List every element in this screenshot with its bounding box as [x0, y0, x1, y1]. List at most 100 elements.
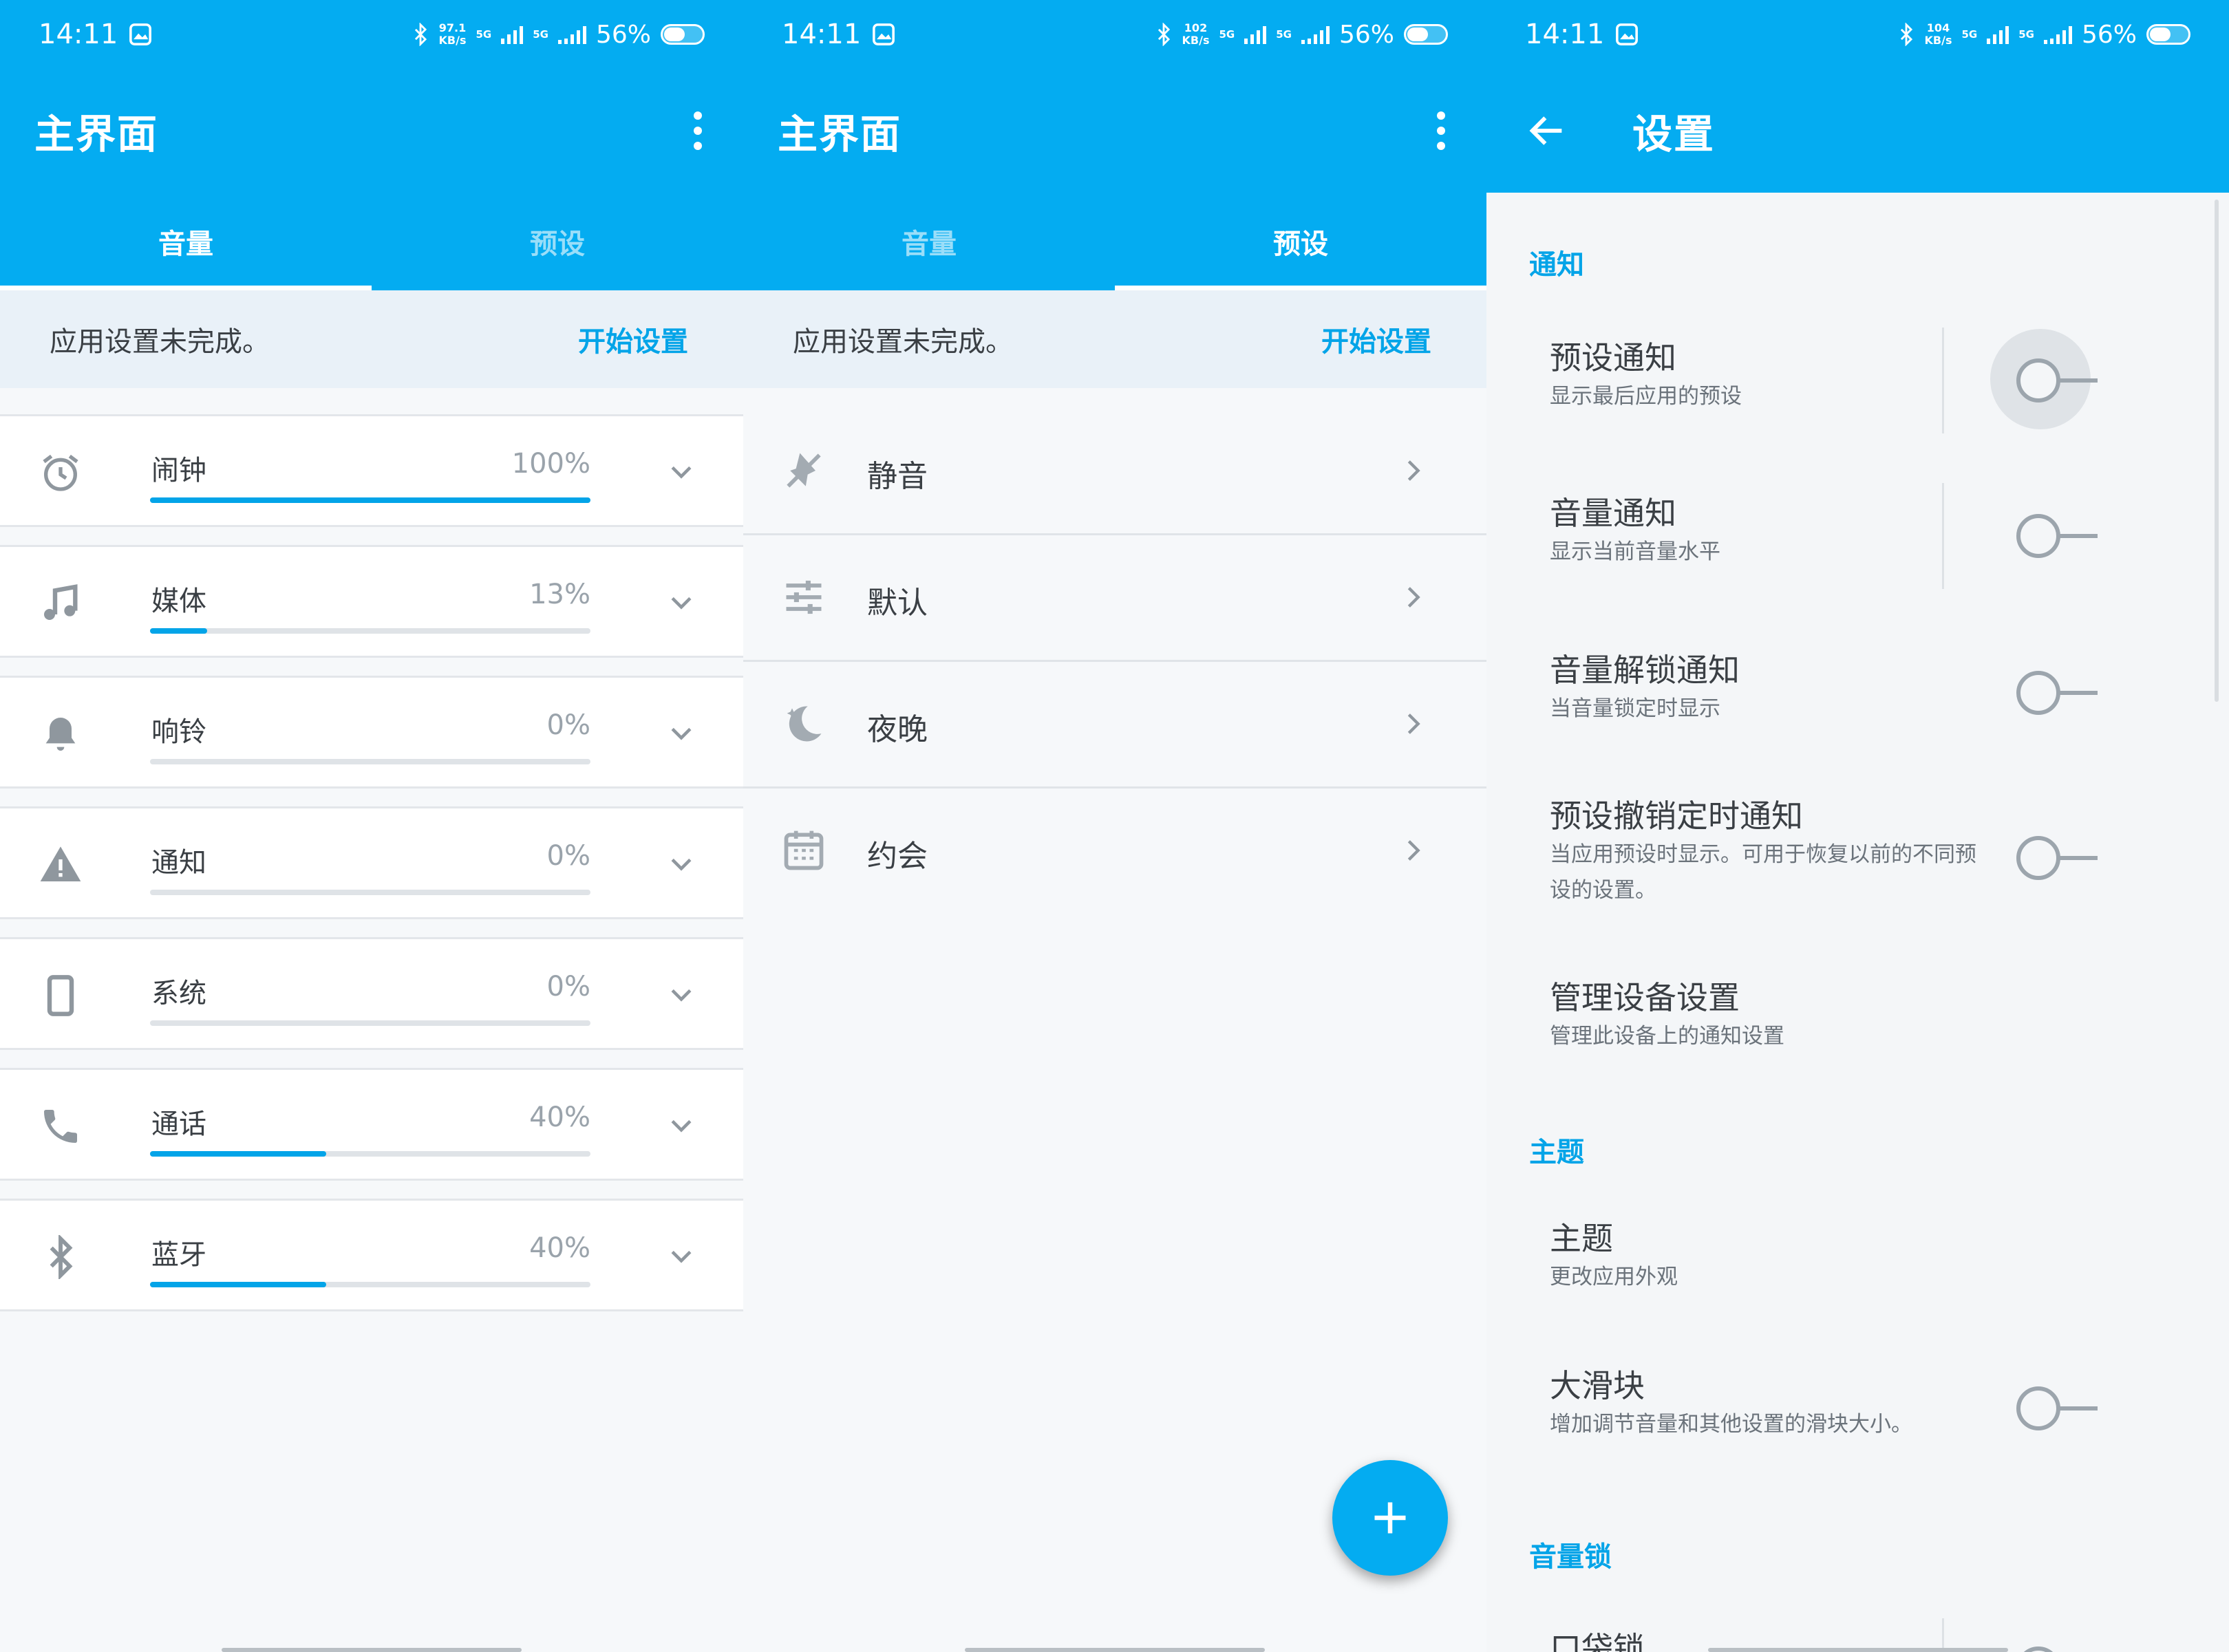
volume-label: 媒体 [151, 586, 206, 617]
tab-presets[interactable]: 预设 [372, 193, 743, 290]
setting-subtitle: 显示最后应用的预设 [1550, 384, 1742, 409]
signal-icon [1987, 25, 2009, 44]
chevron-down-icon[interactable] [666, 456, 696, 486]
volume-notify-toggle[interactable] [2016, 512, 2099, 560]
section-theme: 主题 [1529, 1137, 1584, 1168]
chevron-down-icon[interactable] [666, 1110, 696, 1140]
tab-volume[interactable]: 音量 [743, 193, 1115, 290]
battery-icon [1404, 24, 1448, 45]
volume-row-bluetooth: 蓝牙 40% [0, 1199, 743, 1311]
app-bar: 主界面 [0, 69, 743, 193]
more-menu-icon[interactable] [687, 105, 709, 157]
battery-percent: 56% [595, 20, 651, 49]
settings-screen: 14:11 104 KB/s 5G 5G 56% 设置 通知 预设通知 显示最后… [1486, 0, 2229, 1652]
net-speed: 102 KB/s [1182, 21, 1210, 47]
battery-percent: 56% [1339, 20, 1394, 49]
setting-revoke-notify[interactable]: 预设撤销定时通知 当应用预设时显示。可用于恢复以前的不同预设的设置。 [1550, 795, 2229, 908]
setting-big-slider[interactable]: 大滑块 增加调节音量和其他设置的滑块大小。 [1550, 1365, 2229, 1442]
volume-percent: 0% [546, 840, 590, 872]
preset-item-default[interactable]: 默认 [743, 535, 1486, 662]
pocket-lock-toggle[interactable] [2016, 1644, 2099, 1652]
setting-subtitle: 显示当前音量水平 [1550, 539, 1720, 564]
bell-icon [45, 718, 76, 751]
nav-gesture-bar[interactable] [1708, 1648, 2008, 1652]
preset-notify-toggle[interactable] [2016, 356, 2099, 405]
volume-percent: 40% [529, 1232, 590, 1264]
nav-gesture-bar[interactable] [965, 1648, 1265, 1652]
setting-unlock-notify[interactable]: 音量解锁通知 当音量锁定时显示 [1550, 650, 2229, 727]
status-time: 14:11 [39, 19, 118, 50]
volume-row-ring: 响铃 0% [0, 676, 743, 789]
add-preset-button[interactable] [1332, 1460, 1448, 1576]
revoke-notify-toggle[interactable] [2016, 834, 2099, 882]
back-arrow-icon[interactable] [1525, 109, 1569, 153]
battery-percent: 56% [2081, 20, 2137, 49]
chevron-down-icon[interactable] [666, 718, 696, 748]
setup-message: 应用设置未完成。 [50, 326, 270, 358]
music-note-icon [44, 584, 78, 620]
volume-list: 闹钟 100% 媒体 13% 响铃 0% 通知 0% 系统 0% 通话 40% … [0, 388, 743, 1311]
chevron-right-icon [1407, 460, 1420, 481]
volume-slider[interactable] [150, 890, 590, 895]
chevron-down-icon[interactable] [666, 587, 696, 617]
volume-label: 响铃 [151, 716, 206, 748]
volume-slider[interactable] [150, 497, 590, 503]
phone-device-icon [47, 975, 74, 1016]
volume-row-media: 媒体 13% [0, 545, 743, 658]
presets-screen: 14:11 102 KB/s 5G 5G 56% 主界面 音量 预设 应用设置未完… [743, 0, 1486, 1652]
big-slider-toggle[interactable] [2016, 1384, 2099, 1433]
chevron-down-icon[interactable] [666, 979, 696, 1009]
preset-item-mute[interactable]: 静音 [743, 409, 1486, 535]
preset-label: 静音 [867, 459, 928, 494]
setting-subtitle: 当音量锁定时显示 [1550, 696, 1720, 721]
alarm-icon [43, 454, 78, 491]
status-bar: 14:11 97.1 KB/s 5G 5G 56% [0, 0, 743, 69]
warning-icon [40, 846, 81, 881]
start-setup-button[interactable]: 开始设置 [578, 319, 688, 359]
more-menu-icon[interactable] [1430, 105, 1452, 157]
signal-icon [1301, 25, 1330, 44]
setup-message: 应用设置未完成。 [793, 326, 1013, 358]
nav-gesture-bar[interactable] [222, 1648, 522, 1652]
net-type-2: 5G [1276, 28, 1292, 41]
tab-volume[interactable]: 音量 [0, 193, 372, 290]
volume-percent: 100% [511, 448, 590, 480]
setting-title: 音量通知 [1550, 495, 1676, 532]
gallery-icon [129, 23, 152, 45]
volume-percent: 40% [529, 1102, 590, 1133]
start-setup-button[interactable]: 开始设置 [1321, 319, 1431, 359]
unlock-notify-toggle[interactable] [2016, 669, 2099, 717]
setting-title: 预设撤销定时通知 [1550, 797, 1803, 835]
chevron-down-icon[interactable] [666, 1241, 696, 1271]
volume-slider[interactable] [150, 1020, 590, 1026]
volume-label: 蓝牙 [151, 1239, 206, 1271]
preset-item-night[interactable]: 夜晚 [743, 662, 1486, 789]
scrollbar[interactable] [2215, 200, 2219, 702]
preset-label: 默认 [867, 586, 928, 621]
setting-manage-notify[interactable]: 管理设备设置 管理此设备上的通知设置 [1550, 977, 2229, 1054]
tab-presets[interactable]: 预设 [1115, 193, 1486, 290]
setting-volume-notify[interactable]: 音量通知 显示当前音量水平 [1550, 493, 2229, 570]
sliders-icon [786, 580, 822, 614]
gallery-icon [873, 23, 895, 45]
battery-icon [2146, 24, 2190, 45]
preset-label: 夜晚 [867, 712, 928, 747]
divider [1942, 483, 1944, 589]
volume-screen: 14:11 97.1 KB/s 5G 5G 56% 主界面 音量 预设 应用设置未… [0, 0, 743, 1652]
volume-slider[interactable] [150, 1151, 590, 1157]
volume-slider[interactable] [150, 628, 590, 634]
volume-slider[interactable] [150, 759, 590, 764]
volume-row-system: 系统 0% [0, 937, 743, 1050]
signal-icon [557, 25, 586, 44]
setting-theme[interactable]: 主题 更改应用外观 [1550, 1218, 2229, 1295]
volume-slider[interactable] [150, 1282, 590, 1287]
setting-subtitle: 当应用预设时显示。可用于恢复以前的不同预设的设置。 [1550, 842, 1976, 903]
preset-item-date[interactable]: 约会 [743, 789, 1486, 915]
calendar-icon [784, 830, 824, 870]
chevron-down-icon[interactable] [666, 848, 696, 879]
volume-row-alarm: 闹钟 100% [0, 414, 743, 527]
tab-bar: 音量 预设 [743, 193, 1486, 290]
setting-preset-notify[interactable]: 预设通知 显示最后应用的预设 [1550, 337, 2229, 414]
phone-call-icon [44, 1110, 77, 1143]
net-type-1: 5G [476, 28, 492, 41]
